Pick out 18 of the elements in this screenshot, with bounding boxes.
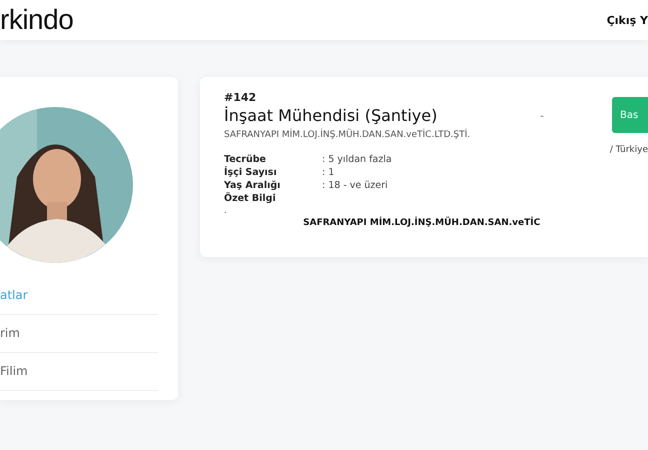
location-text: / Türkiye	[610, 145, 648, 155]
job-title[interactable]: İnşaat Mühendisi (Şantiye)	[224, 106, 540, 125]
salary-text: -	[540, 111, 544, 124]
detail-value: : 18 - ve üzeri	[322, 180, 389, 191]
detail-label: Yaş Aralığı	[224, 180, 282, 191]
job-id: #142	[224, 91, 258, 104]
detail-label: Tecrübe	[224, 154, 267, 165]
summary-text: .	[224, 206, 228, 216]
logout-link[interactable]: Çıkış Y	[606, 14, 648, 26]
detail-label: İşçi Sayısı	[224, 167, 278, 178]
company-name: SAFRANYAPI MİM.LOJ.İNŞ.MÜH.DAN.SAN.veTİC.LTD.ŞTİ.	[224, 130, 472, 140]
detail-label: Özet Bilgi	[224, 193, 277, 204]
detail-value: : 5 yıldan fazla	[322, 154, 393, 165]
profile-menu-item[interactable]: rim	[0, 315, 158, 353]
profile-menu-item[interactable]: Filim	[0, 353, 158, 391]
detail-value: : 1	[322, 167, 336, 178]
logo[interactable]: rkindo	[0, 4, 74, 36]
company-name: SAFRANYAPI MİM.LOJ.İNŞ.MÜH.DAN.SAN.veTİC	[302, 218, 540, 228]
